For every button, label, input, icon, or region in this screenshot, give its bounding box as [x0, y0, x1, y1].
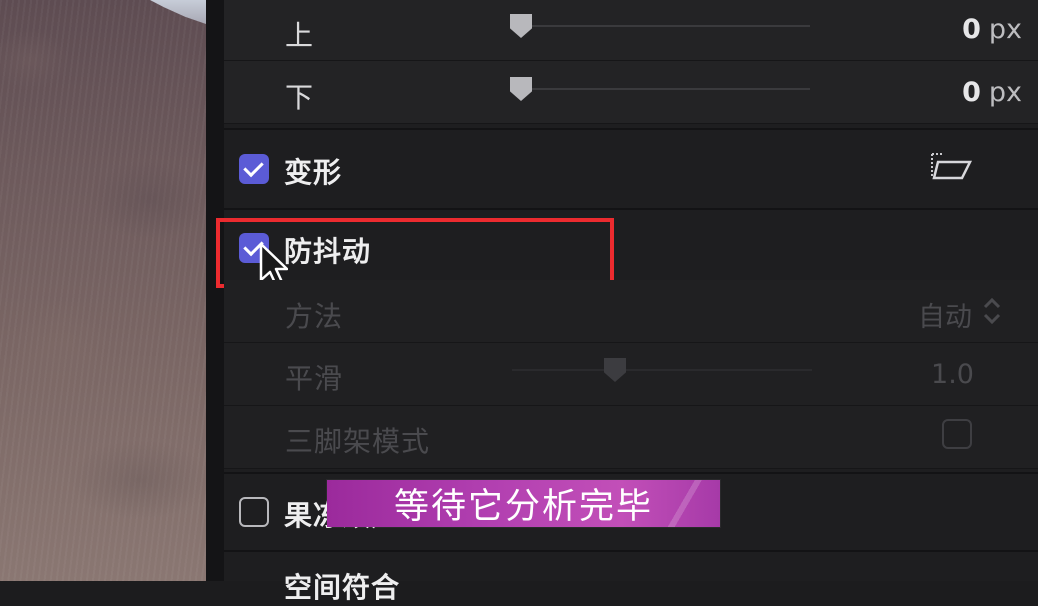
section-separator — [224, 128, 1038, 130]
smoothing-slider[interactable] — [512, 369, 812, 371]
crop-bottom-slider[interactable] — [510, 88, 810, 90]
tripod-mode-label: 三脚架模式 — [285, 425, 431, 458]
crop-top-unit: px — [988, 14, 1022, 45]
subtitle-caption: 等待它分析完毕 — [327, 480, 720, 527]
crop-top-value[interactable]: 0 px — [962, 14, 1022, 45]
crop-bottom-value[interactable]: 0 px — [962, 77, 1022, 108]
video-preview — [0, 0, 206, 581]
transform-checkbox[interactable] — [239, 154, 269, 184]
method-row — [224, 280, 1038, 343]
distort-icon[interactable] — [930, 150, 974, 184]
crop-bottom-label: 下 — [285, 81, 315, 114]
crop-bottom-unit: px — [988, 77, 1022, 108]
crop-top-slider[interactable] — [510, 25, 810, 27]
preview-sky — [150, 0, 206, 24]
crop-top-number: 0 — [962, 14, 981, 45]
section-separator — [224, 550, 1038, 552]
panel-divider — [206, 0, 224, 581]
smoothing-row — [224, 343, 1038, 406]
transform-label: 变形 — [284, 156, 343, 189]
section-separator — [224, 472, 1038, 474]
subtitle-caption-text: 等待它分析完毕 — [393, 487, 653, 527]
tripod-mode-checkbox[interactable] — [942, 419, 972, 449]
crop-top-label: 上 — [285, 19, 315, 52]
crop-top-row — [224, 0, 1038, 61]
crop-bottom-row — [224, 61, 1038, 124]
method-value[interactable]: 自动 — [918, 295, 972, 334]
crop-bottom-number: 0 — [962, 77, 981, 108]
rolling-shutter-checkbox[interactable] — [239, 497, 269, 527]
smoothing-value[interactable]: 1.0 — [931, 359, 974, 390]
next-section-label: 空间符合 — [284, 571, 401, 604]
updown-chevron-icon[interactable] — [981, 296, 1003, 326]
smoothing-label: 平滑 — [285, 362, 344, 395]
method-label: 方法 — [285, 300, 344, 333]
section-separator — [224, 208, 1038, 210]
